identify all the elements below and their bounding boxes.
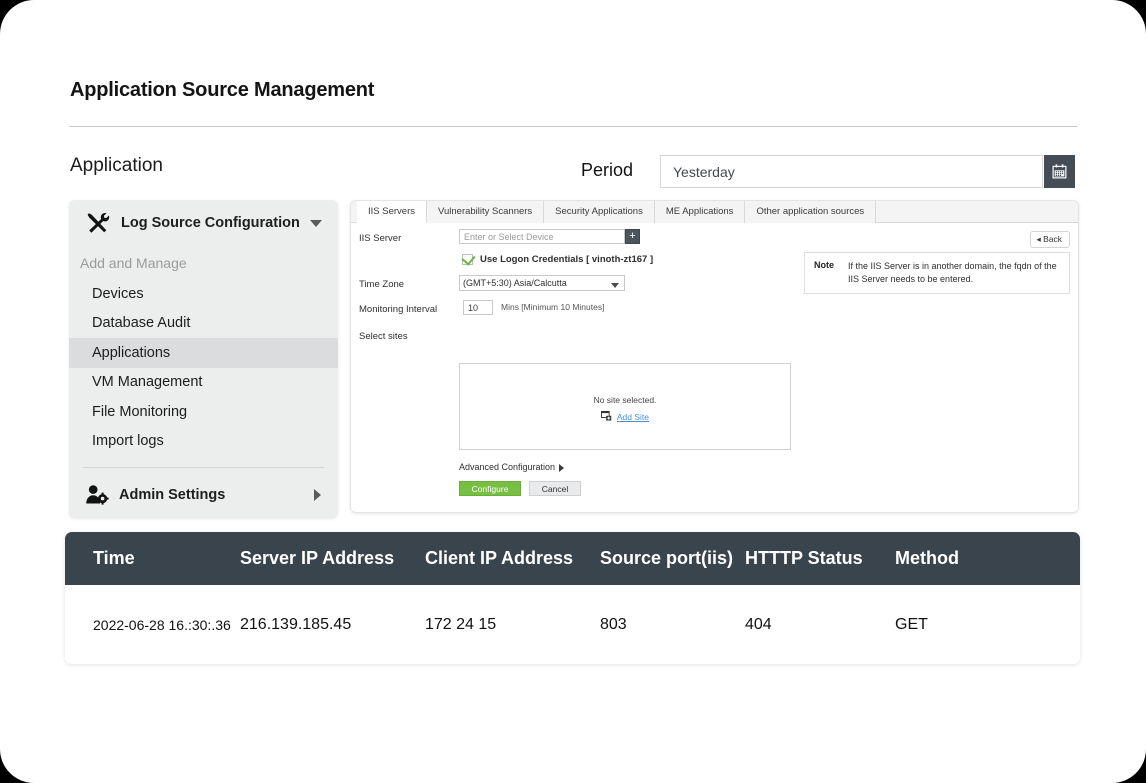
note-text: If the IIS Server is in another domain, … xyxy=(848,260,1060,286)
use-logon-credentials-checkbox[interactable] xyxy=(462,254,473,265)
sidebar-group-title: Add and Manage xyxy=(69,246,338,279)
monitoring-interval-label: Monitoring Interval xyxy=(359,304,437,315)
sidebar-item-label: File Monitoring xyxy=(92,404,187,420)
sidebar-item-devices[interactable]: Devices xyxy=(69,279,338,309)
sidebar-item-vm-management[interactable]: VM Management xyxy=(69,368,338,398)
time-zone-select[interactable]: (GMT+5:30) Asia/Calcutta xyxy=(459,275,625,291)
chevron-right-icon xyxy=(314,489,321,501)
chevron-down-icon xyxy=(310,220,322,227)
table-header-row: Time Server IP Address Client IP Address… xyxy=(65,532,1080,585)
log-source-sidebar: Log Source Configuration Add and Manage … xyxy=(69,200,338,518)
iis-server-label: IIS Server xyxy=(359,233,401,244)
chevron-right-icon xyxy=(559,464,564,472)
sidebar-item-file-monitoring[interactable]: File Monitoring xyxy=(69,397,338,427)
results-table: Time Server IP Address Client IP Address… xyxy=(65,532,1080,664)
title-divider xyxy=(69,126,1077,127)
selected-sites-box: No site selected. Add Site xyxy=(459,363,791,450)
sidebar-item-admin-settings[interactable]: Admin Settings xyxy=(69,477,338,513)
note-box: Note If the IIS Server is in another dom… xyxy=(804,252,1070,294)
sidebar-item-label: Devices xyxy=(92,286,144,302)
use-logon-credentials-label: Use Logon Credentials [ vinoth-zt167 ] xyxy=(480,254,653,265)
back-button[interactable]: ◂ Back xyxy=(1030,231,1070,248)
sidebar-item-label: VM Management xyxy=(92,374,202,390)
sidebar-divider xyxy=(83,467,324,468)
tools-icon xyxy=(85,211,111,235)
add-window-icon xyxy=(601,411,612,421)
add-device-button[interactable]: + xyxy=(625,229,640,244)
chevron-left-icon: ◂ xyxy=(1036,234,1040,244)
iis-configuration-panel: IIS Servers Vulnerability Scanners Secur… xyxy=(350,200,1079,513)
sidebar-item-applications[interactable]: Applications xyxy=(69,338,338,368)
column-header-time: Time xyxy=(65,548,240,569)
column-header-http-status: HTTTP Status xyxy=(745,548,895,569)
tab-me-applications[interactable]: ME Applications xyxy=(655,201,746,223)
select-sites-label: Select sites xyxy=(359,331,408,342)
tab-vulnerability-scanners[interactable]: Vulnerability Scanners xyxy=(427,201,544,223)
back-button-label: Back xyxy=(1043,234,1062,244)
period-input[interactable] xyxy=(660,155,1043,188)
add-site-row: Add Site xyxy=(460,411,790,422)
calendar-picker-button[interactable] xyxy=(1044,155,1075,188)
configure-button[interactable]: Configure xyxy=(459,481,521,496)
cell-time: 2022-06-28 16.:30:.36 xyxy=(65,617,240,633)
tab-other-application-sources[interactable]: Other application sources xyxy=(745,201,876,223)
panel-tabs: IIS Servers Vulnerability Scanners Secur… xyxy=(351,201,1078,223)
sidebar-item-database-audit[interactable]: Database Audit xyxy=(69,309,338,339)
sidebar-header-log-source-configuration[interactable]: Log Source Configuration xyxy=(69,200,338,246)
cancel-button[interactable]: Cancel xyxy=(529,481,581,496)
column-header-server-ip: Server IP Address xyxy=(240,548,425,569)
sidebar-footer-label: Admin Settings xyxy=(119,487,225,503)
cell-server-ip: 216.139.185.45 xyxy=(240,616,425,634)
cell-source-port: 803 xyxy=(600,616,745,634)
monitoring-interval-hint: Mins [Minimum 10 Minutes] xyxy=(501,302,604,312)
note-title: Note xyxy=(814,260,834,286)
cell-method: GET xyxy=(895,616,1015,634)
period-label: Period xyxy=(581,160,633,181)
advanced-configuration-toggle[interactable]: Advanced Configuration xyxy=(459,462,555,472)
column-header-source-port: Source port(iis) xyxy=(600,548,745,569)
sidebar-header-label: Log Source Configuration xyxy=(121,215,300,231)
iis-server-input[interactable] xyxy=(459,229,625,244)
application-card: Application Source Management Applicatio… xyxy=(0,0,1146,783)
column-header-method: Method xyxy=(895,548,1015,569)
column-header-client-ip: Client IP Address xyxy=(425,548,600,569)
page-title: Application Source Management xyxy=(70,79,374,102)
sidebar-item-label: Import logs xyxy=(92,433,164,449)
sidebar-item-label: Database Audit xyxy=(92,315,190,331)
user-gear-icon xyxy=(85,484,109,506)
monitoring-interval-input[interactable] xyxy=(463,300,493,315)
sidebar-item-import-logs[interactable]: Import logs xyxy=(69,427,338,457)
iis-server-form: ◂ Back Note If the IIS Server is in anot… xyxy=(351,223,1078,513)
cell-client-ip: 172 24 15 xyxy=(425,616,600,634)
tab-iis-servers[interactable]: IIS Servers xyxy=(357,201,427,223)
add-site-link[interactable]: Add Site xyxy=(617,412,649,422)
tab-security-applications[interactable]: Security Applications xyxy=(544,201,655,223)
sidebar-item-label: Applications xyxy=(92,345,170,361)
calendar-icon xyxy=(1051,163,1068,180)
cell-http-status: 404 xyxy=(745,616,895,634)
section-label-application: Application xyxy=(70,155,163,177)
check-icon xyxy=(462,251,476,265)
table-row[interactable]: 2022-06-28 16.:30:.36 216.139.185.45 172… xyxy=(65,585,1080,664)
no-site-selected-text: No site selected. xyxy=(460,395,790,405)
time-zone-label: Time Zone xyxy=(359,279,404,290)
